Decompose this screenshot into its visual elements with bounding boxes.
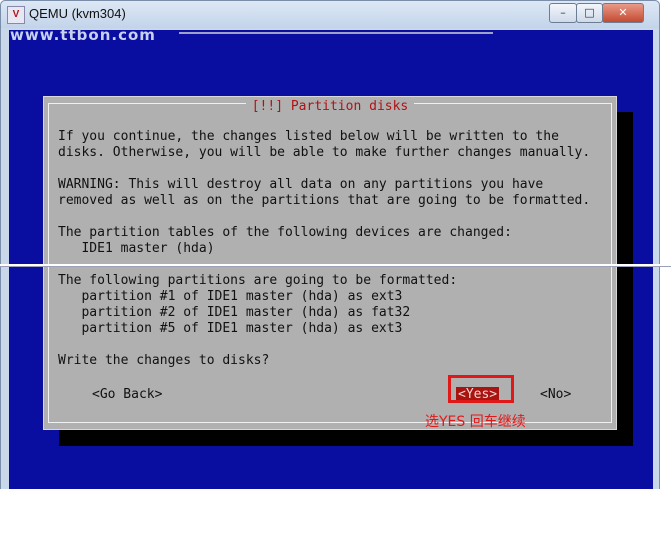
dialog-line: partition #5 of IDE1 master (hda) as ext… — [58, 321, 403, 336]
partition-dialog: [!!] Partition disks If you continue, th… — [43, 96, 617, 430]
watermark: www.ttbon.com — [10, 26, 156, 44]
annotation-text: 选YES 回车继续 — [425, 414, 526, 430]
dialog-line: If you continue, the changes listed belo… — [58, 129, 559, 144]
dialog-line: disks. Otherwise, you will be able to ma… — [58, 145, 591, 160]
title-bar[interactable]: V QEMU (kvm304) – □ ✕ — [1, 1, 659, 28]
vm-screen[interactable]: [!!] Partition disks If you continue, th… — [9, 30, 653, 504]
dialog-line: partition #1 of IDE1 master (hda) as ext… — [58, 289, 403, 304]
minimize-button[interactable]: – — [549, 3, 577, 23]
dialog-title-wrap: [!!] Partition disks — [44, 95, 616, 114]
dialog-line: IDE1 master (hda) — [58, 241, 215, 256]
maximize-icon: □ — [584, 6, 595, 19]
qemu-window: V QEMU (kvm304) – □ ✕ [!!] Partition dis… — [0, 0, 660, 512]
dialog-line: WARNING: This will destroy all data on a… — [58, 177, 544, 192]
dialog-title: [!!] Partition disks — [245, 99, 415, 114]
dialog-line: The partition tables of the following de… — [58, 225, 512, 240]
maximize-button[interactable]: □ — [576, 3, 603, 23]
close-button[interactable]: ✕ — [602, 3, 644, 23]
no-button[interactable]: <No> — [540, 387, 571, 402]
dialog-line: The following partitions are going to be… — [58, 273, 458, 288]
torn-edge-area — [0, 489, 671, 533]
close-icon: ✕ — [618, 6, 628, 19]
dialog-line: removed as well as on the partitions tha… — [58, 193, 591, 208]
annotation-highlight-box — [448, 375, 514, 403]
screen-top-line — [179, 32, 493, 34]
dialog-question: Write the changes to disks? — [58, 353, 270, 368]
screenshot-divider-shade — [0, 266, 671, 267]
window-title: QEMU (kvm304) — [29, 6, 126, 21]
go-back-button[interactable]: <Go Back> — [92, 387, 162, 402]
minimize-icon: – — [560, 6, 566, 19]
dialog-line: partition #2 of IDE1 master (hda) as fat… — [58, 305, 411, 320]
qemu-app-icon[interactable]: V — [7, 6, 25, 24]
